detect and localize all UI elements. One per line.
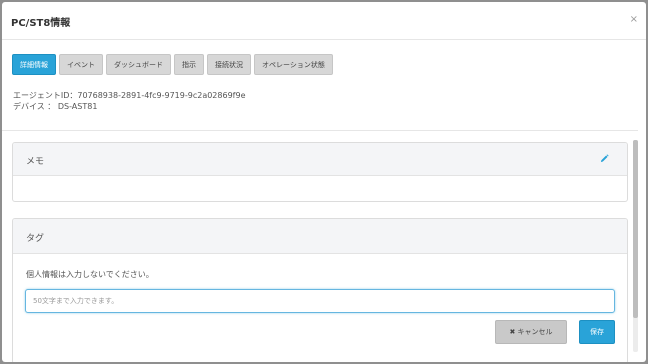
- scrollbar-thumb[interactable]: [633, 140, 638, 318]
- dialog-header: PC/ST8情報 ×: [2, 2, 646, 40]
- dialog-title: PC/ST8情報: [11, 18, 71, 29]
- tab-connection-status[interactable]: 接続状況: [207, 54, 251, 75]
- pencil-icon[interactable]: [600, 154, 609, 163]
- cancel-button[interactable]: ✖ キャンセル: [495, 320, 567, 344]
- agent-id: エージェントID：70768938-2891-4fc9-9719-9c2a028…: [13, 91, 246, 100]
- tag-panel-header: タグ: [13, 219, 627, 254]
- tab-instructions[interactable]: 指示: [174, 54, 204, 75]
- tab-events[interactable]: イベント: [59, 54, 103, 75]
- device-name: デバイス ： DS-AST81: [13, 102, 98, 111]
- tag-panel: タグ 個人情報は入力しないでください。 50文字まで入力できます。 ✖ キャンセ…: [12, 218, 628, 362]
- memo-panel-header: メモ: [13, 143, 627, 176]
- divider: [2, 130, 638, 131]
- tag-title: タグ: [26, 234, 45, 244]
- scrollbar[interactable]: [633, 140, 638, 352]
- pc-info-dialog: PC/ST8情報 × 詳細情報 イベント ダッシュボード 指示 接続状況 オペレ…: [2, 2, 646, 362]
- privacy-note: 個人情報は入力しないでください。: [26, 270, 154, 279]
- close-icon[interactable]: ×: [630, 14, 638, 25]
- tab-operation-status[interactable]: オペレーション状態: [254, 54, 333, 75]
- memo-title: メモ: [26, 157, 45, 167]
- tab-bar: 詳細情報 イベント ダッシュボード 指示 接続状況 オペレーション状態: [12, 54, 333, 75]
- tab-dashboard[interactable]: ダッシュボード: [106, 54, 171, 75]
- device-info: エージェントID：70768938-2891-4fc9-9719-9c2a028…: [13, 90, 246, 112]
- memo-panel: メモ: [12, 142, 628, 202]
- tab-details[interactable]: 詳細情報: [12, 54, 56, 75]
- save-button[interactable]: 保存: [579, 320, 615, 344]
- tag-input[interactable]: 50文字まで入力できます。: [25, 289, 615, 313]
